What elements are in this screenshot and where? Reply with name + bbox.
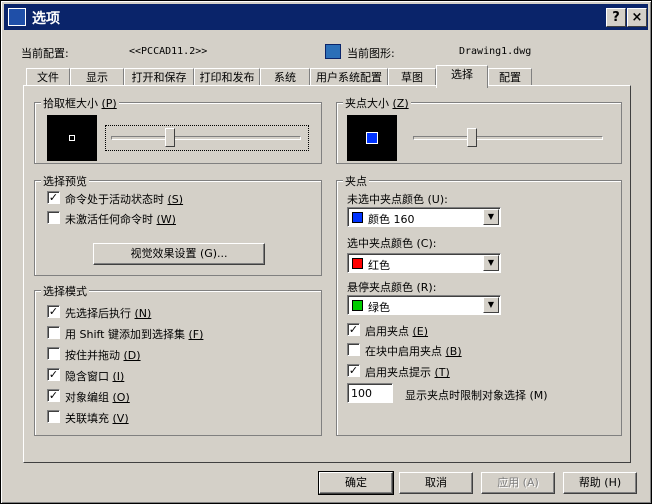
shift-add-checkbox[interactable] <box>47 326 60 339</box>
noun-verb-label: 先选择后执行 (N) <box>65 307 152 320</box>
grip-size-slider-thumb[interactable] <box>467 128 477 147</box>
grip-size-title: 夹点大小 (Z) <box>343 95 411 111</box>
close-button[interactable]: × <box>627 8 647 27</box>
options-dialog: 选项 ? × 当前配置: <<PCCAD11.2>> 当前图形: Drawing… <box>0 0 652 504</box>
shift-add-label: 用 Shift 键添加到选择集 (F) <box>65 328 204 341</box>
implied-window-checkbox[interactable]: ✓ <box>47 368 60 381</box>
pickbox-preview <box>47 115 97 161</box>
hover-color-select[interactable]: 绿色 ▼ <box>347 295 501 315</box>
ok-button[interactable]: 确定 <box>318 471 394 495</box>
grip-size-preview <box>347 115 397 161</box>
drawing-label: 当前图形: <box>347 47 395 60</box>
unselected-color-select[interactable]: 颜色 160 ▼ <box>347 207 501 227</box>
profile-label: 当前配置: <box>21 47 69 60</box>
press-drag-checkbox[interactable] <box>47 347 60 360</box>
chevron-down-icon[interactable]: ▼ <box>483 297 499 313</box>
unselected-color-label: 未选中夹点颜色 (U): <box>347 193 448 206</box>
press-drag-label: 按住并拖动 (D) <box>65 349 141 362</box>
tab-system[interactable]: 系统 <box>260 68 310 86</box>
unselected-color-swatch <box>352 212 363 223</box>
tab-display[interactable]: 显示 <box>70 68 124 86</box>
pickbox-group: 拾取框大小 (P) <box>34 95 322 164</box>
hover-color-label: 悬停夹点颜色 (R): <box>347 281 437 294</box>
tab-plot-publish[interactable]: 打印和发布 <box>194 68 260 86</box>
grips-in-blocks-checkbox[interactable] <box>347 343 360 356</box>
tab-user-preferences[interactable]: 用户系统配置 <box>310 68 388 86</box>
tab-drafting[interactable]: 草图 <box>388 68 436 86</box>
pickbox-square <box>69 135 75 141</box>
help-button[interactable]: ? <box>606 8 626 27</box>
grips-in-blocks-label: 在块中启用夹点 (B) <box>365 345 462 358</box>
selected-color-select[interactable]: 红色 ▼ <box>347 253 501 273</box>
pickbox-slider-thumb[interactable] <box>165 128 175 147</box>
preview-active-label: 命令处于活动状态时 (S) <box>65 193 184 206</box>
help-dialog-button[interactable]: 帮助 (H) <box>563 472 637 494</box>
tab-open-save[interactable]: 打开和保存 <box>124 68 194 86</box>
noun-verb-checkbox[interactable]: ✓ <box>47 305 60 318</box>
associative-hatch-checkbox[interactable] <box>47 410 60 423</box>
grip-tips-checkbox[interactable]: ✓ <box>347 364 360 377</box>
selection-preview-title: 选择预览 <box>41 173 89 189</box>
drawing-value: Drawing1.dwg <box>459 46 532 57</box>
preview-inactive-label: 未激活任何命令时 (W) <box>65 213 176 226</box>
grip-size-swatch <box>366 132 378 144</box>
selection-preview-group: 选择预览 ✓ 命令处于活动状态时 (S) 未激活任何命令时 (W) 视觉效果设置… <box>34 173 322 276</box>
chevron-down-icon[interactable]: ▼ <box>483 209 499 225</box>
tab-selection[interactable]: 选择 <box>436 65 488 88</box>
grip-limit-input[interactable]: 100 <box>347 383 393 403</box>
selection-mode-title: 选择模式 <box>41 283 89 299</box>
grip-size-slider-track[interactable] <box>413 136 603 140</box>
object-grouping-checkbox[interactable]: ✓ <box>47 389 60 402</box>
pickbox-slider-track[interactable] <box>111 136 301 140</box>
grip-limit-label: 显示夹点时限制对象选择 (M) <box>405 389 548 402</box>
preview-inactive-checkbox[interactable] <box>47 211 60 224</box>
enable-grips-checkbox[interactable]: ✓ <box>347 323 360 336</box>
profile-value: <<PCCAD11.2>> <box>129 46 208 57</box>
chevron-down-icon[interactable]: ▼ <box>483 255 499 271</box>
drawing-icon <box>325 44 341 59</box>
implied-window-label: 隐含窗口 (I) <box>65 370 125 383</box>
tab-strip: 文件 显示 打开和保存 打印和发布 系统 用户系统配置 草图 选择 配置 <box>26 65 636 88</box>
app-icon <box>8 8 26 26</box>
selected-color-value: 红色 <box>368 259 390 272</box>
enable-grips-label: 启用夹点 (E) <box>365 325 429 338</box>
apply-button[interactable]: 应用 (A) <box>481 472 555 494</box>
grips-group: 夹点 未选中夹点颜色 (U): 颜色 160 ▼ 选中夹点颜色 (C): 红色 … <box>336 173 622 436</box>
tab-profiles[interactable]: 配置 <box>488 68 532 86</box>
object-grouping-label: 对象编组 (O) <box>65 391 130 404</box>
selection-tab-panel: 拾取框大小 (P) 选择预览 ✓ 命令处于活动状态时 (S) 未激活任何命令时 … <box>23 85 631 463</box>
grip-tips-label: 启用夹点提示 (T) <box>365 366 450 379</box>
visual-effect-settings-button[interactable]: 视觉效果设置 (G)... <box>93 243 265 265</box>
hover-color-value: 绿色 <box>368 301 390 314</box>
unselected-color-value: 颜色 160 <box>368 213 415 226</box>
grip-size-group: 夹点大小 (Z) <box>336 95 622 164</box>
title-bar: 选项 ? × <box>4 4 648 30</box>
selection-mode-group: 选择模式 ✓ 先选择后执行 (N) 用 Shift 键添加到选择集 (F) 按住… <box>34 283 322 436</box>
cancel-button[interactable]: 取消 <box>399 472 473 494</box>
preview-active-checkbox[interactable]: ✓ <box>47 191 60 204</box>
tab-files[interactable]: 文件 <box>26 68 70 86</box>
grips-title: 夹点 <box>343 173 369 189</box>
selected-color-swatch <box>352 258 363 269</box>
associative-hatch-label: 关联填充 (V) <box>65 412 129 425</box>
selected-color-label: 选中夹点颜色 (C): <box>347 237 437 250</box>
hover-color-swatch <box>352 300 363 311</box>
window-title: 选项 <box>32 11 60 27</box>
pickbox-title: 拾取框大小 (P) <box>41 95 119 111</box>
